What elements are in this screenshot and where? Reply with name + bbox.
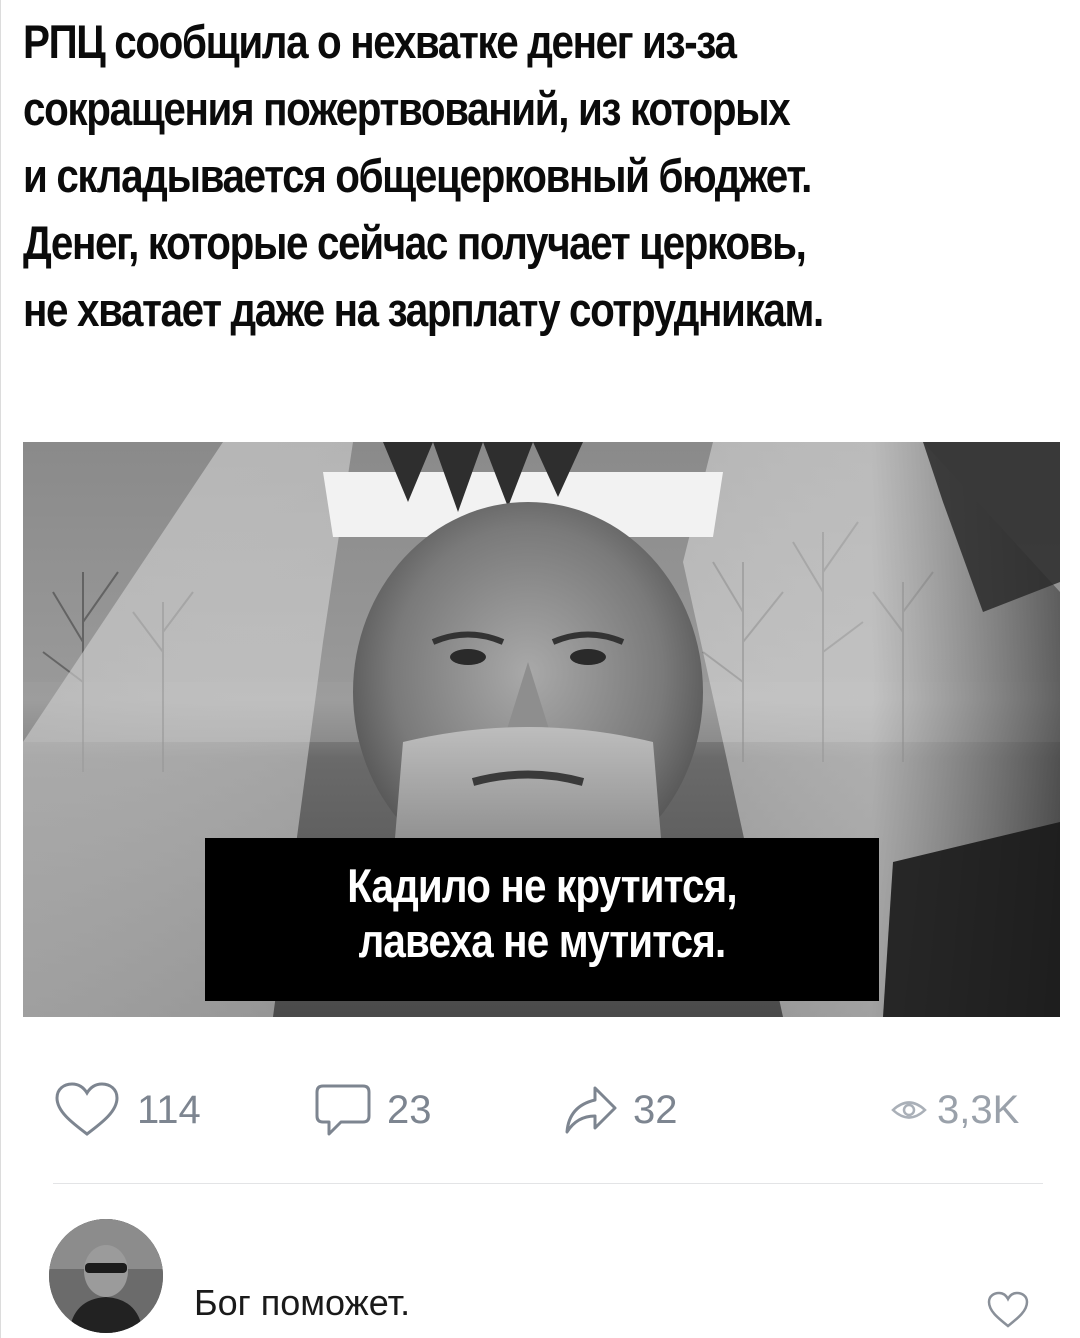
share-button[interactable]: 32 bbox=[563, 1080, 678, 1140]
comment-like-button[interactable] bbox=[986, 1290, 1030, 1330]
post-actions-bar: 114 23 32 3,3K bbox=[1, 1080, 1080, 1140]
like-count: 114 bbox=[137, 1087, 201, 1132]
share-count: 32 bbox=[633, 1087, 678, 1132]
divider bbox=[53, 1183, 1043, 1184]
share-arrow-icon bbox=[563, 1080, 619, 1140]
views-counter: 3,3K bbox=[891, 1080, 1019, 1140]
headline-line: не хватает даже на зарплату сотрудникам. bbox=[23, 283, 824, 336]
eye-icon bbox=[891, 1095, 927, 1125]
post-headline: РПЦ сообщила о нехватке денег из-за сокр… bbox=[23, 8, 1055, 343]
comment-avatar[interactable] bbox=[49, 1219, 163, 1333]
comment-count: 23 bbox=[387, 1087, 432, 1132]
heart-outline-icon bbox=[987, 1291, 1029, 1328]
caption-line: Кадило не крутится, bbox=[347, 859, 737, 912]
speech-bubble-icon bbox=[313, 1080, 373, 1140]
headline-line: сокращения пожертвований, из которых bbox=[23, 82, 791, 135]
comment-text: Бог поможет. bbox=[194, 1282, 411, 1323]
like-button[interactable]: 114 bbox=[51, 1080, 201, 1140]
headline-line: РПЦ сообщила о нехватке денег из-за bbox=[23, 15, 737, 68]
post-card: РПЦ сообщила о нехватке денег из-за сокр… bbox=[0, 0, 1080, 1338]
image-caption: Кадило не крутится, лавеха не мутится. bbox=[205, 838, 879, 1001]
views-count: 3,3K bbox=[937, 1087, 1020, 1132]
caption-line: лавеха не мутится. bbox=[358, 914, 727, 967]
comment-button[interactable]: 23 bbox=[313, 1080, 432, 1140]
headline-line: и складывается общецерковный бюджет. bbox=[23, 149, 812, 202]
headline-line: Денег, которые сейчас получает церковь, bbox=[23, 216, 807, 269]
heart-outline-icon bbox=[51, 1080, 123, 1140]
